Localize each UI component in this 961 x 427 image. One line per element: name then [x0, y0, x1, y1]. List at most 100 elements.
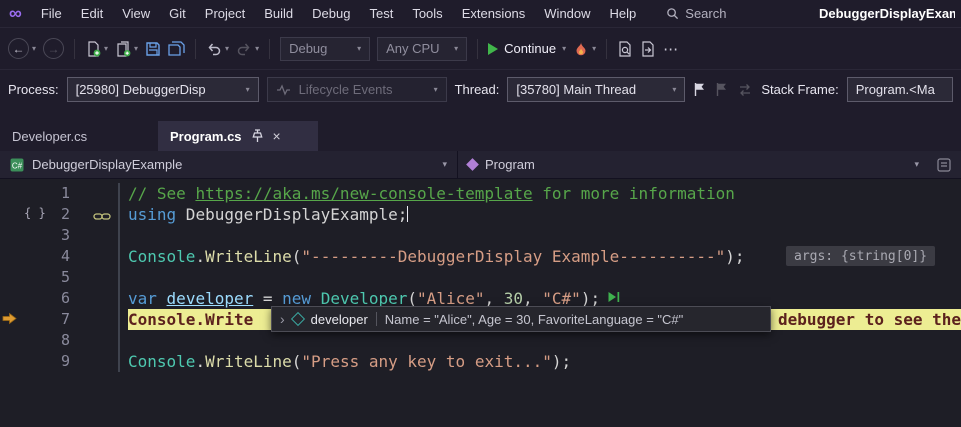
search-box[interactable]: Search: [658, 4, 734, 23]
search-label: Search: [685, 6, 726, 21]
hot-reload-button[interactable]: ▾: [573, 41, 596, 57]
lifecycle-events-label: Lifecycle Events: [299, 82, 393, 97]
braces-margin-icon[interactable]: { }: [24, 206, 46, 220]
tab-program-cs[interactable]: Program.cs ×: [158, 121, 318, 151]
code-line-9[interactable]: 9Console.WriteLine("Press any key to exi…: [0, 351, 961, 372]
project-name: DebuggerDisplayExample: [32, 157, 182, 172]
toolbar-separator: [606, 39, 607, 59]
close-tab-button[interactable]: ×: [273, 128, 281, 144]
solution-platform-dropdown[interactable]: Any CPU ▾: [377, 37, 467, 61]
csharp-project-icon: C#: [10, 158, 24, 172]
toggle-current-thread-button[interactable]: [737, 83, 753, 97]
navigate-to-button[interactable]: [640, 41, 656, 57]
code-line-3[interactable]: 3: [0, 225, 961, 246]
menu-tools[interactable]: Tools: [403, 3, 451, 24]
project-dropdown[interactable]: C# DebuggerDisplayExample ▾: [0, 151, 458, 178]
code-line-8[interactable]: 8: [0, 330, 961, 351]
chevron-down-icon: ▾: [434, 86, 438, 94]
chevron-down-icon: ▾: [225, 45, 229, 53]
line-number: 5: [0, 267, 70, 288]
menu-git[interactable]: Git: [160, 3, 195, 24]
save-all-button[interactable]: [168, 41, 185, 57]
line-number: 9: [0, 351, 70, 372]
datatip-tooltip[interactable]: › developer Name = "Alice", Age = 30, Fa…: [271, 306, 771, 332]
save-all-icon: [168, 41, 185, 57]
process-value: [25980] DebuggerDisp: [76, 82, 206, 97]
solution-configuration-dropdown[interactable]: Debug ▾: [280, 37, 370, 61]
navigate-forward-button[interactable]: →: [43, 38, 64, 59]
thread-label: Thread:: [455, 82, 500, 97]
toolbar-separator: [74, 39, 75, 59]
process-dropdown[interactable]: [25980] DebuggerDisp ▾: [67, 77, 259, 102]
datatip-expander[interactable]: ›: [280, 311, 285, 327]
menu-debug[interactable]: Debug: [303, 3, 359, 24]
undo-button[interactable]: ▾: [206, 41, 229, 57]
code-line-5[interactable]: 5: [0, 267, 961, 288]
current-statement-arrow-icon[interactable]: [2, 312, 17, 330]
menu-extensions[interactable]: Extensions: [453, 3, 535, 24]
inline-debug-value[interactable]: args: {string[0]}: [786, 246, 935, 266]
window-title: DebuggerDisplayExample: [819, 6, 955, 21]
menu-view[interactable]: View: [113, 3, 159, 24]
forward-arrow-icon: →: [43, 38, 64, 59]
line-number: 6: [0, 288, 70, 309]
chevron-down-icon: ▾: [442, 159, 447, 170]
datatip-separator: [376, 312, 377, 326]
chevron-down-icon: ▾: [246, 86, 250, 94]
tab-developer-cs[interactable]: Developer.cs: [0, 121, 158, 151]
menu-help[interactable]: Help: [601, 3, 646, 24]
code-line-1[interactable]: 1// See https://aka.ms/new-console-templ…: [0, 183, 961, 204]
lifecycle-events-icon: [276, 84, 291, 96]
find-in-files-icon: [617, 41, 633, 57]
chevron-down-icon: ▾: [134, 45, 138, 53]
continue-button[interactable]: Continue ▾: [488, 41, 566, 56]
menu-edit[interactable]: Edit: [72, 3, 112, 24]
thread-dropdown[interactable]: [35780] Main Thread ▾: [507, 77, 685, 102]
svg-text:C#: C#: [12, 161, 23, 170]
navigate-back-button[interactable]: ← ▾: [8, 38, 36, 59]
chevron-down-icon: ▾: [592, 45, 596, 53]
new-file-icon: [85, 41, 101, 57]
menu-build[interactable]: Build: [255, 3, 302, 24]
pin-tab-button[interactable]: [251, 129, 264, 143]
code-line-2[interactable]: 2using DebuggerDisplayExample;: [0, 204, 961, 225]
variable-icon: [291, 312, 305, 326]
undo-icon: [206, 41, 222, 57]
member-dropdown[interactable]: Program ▾: [458, 151, 961, 178]
redo-button[interactable]: ▾: [236, 41, 259, 57]
code-editor[interactable]: 1// See https://aka.ms/new-console-templ…: [0, 179, 961, 427]
hot-reload-flame-icon: [573, 41, 589, 57]
swap-arrows-icon: [737, 83, 753, 97]
menu-test[interactable]: Test: [360, 3, 402, 24]
continue-label: Continue: [504, 41, 556, 56]
link-margin-icon[interactable]: [93, 209, 111, 227]
new-file-button[interactable]: ▾: [85, 41, 108, 57]
play-icon: [488, 43, 498, 55]
editor-options-icon[interactable]: [937, 158, 951, 172]
toolbar-overflow-button[interactable]: ⋯: [663, 40, 679, 58]
editor-navigation-bar: C# DebuggerDisplayExample ▾ Program ▾: [0, 151, 961, 179]
flagged-threads-button[interactable]: [715, 82, 729, 97]
menu-window[interactable]: Window: [535, 3, 599, 24]
find-in-files-button[interactable]: [617, 41, 633, 57]
document-tab-strip: Developer.cs Program.cs ×: [0, 121, 961, 151]
line-number: 3: [0, 225, 70, 246]
stack-frame-value: Program.<Ma: [856, 82, 935, 97]
menu-project[interactable]: Project: [196, 3, 254, 24]
configuration-value: Debug: [289, 41, 327, 56]
menu-file[interactable]: File: [32, 3, 71, 24]
standard-toolbar: ← ▾ → ▾ ▾ ▾ ▾ Debug: [0, 27, 961, 69]
lifecycle-events-dropdown[interactable]: Lifecycle Events ▾: [267, 77, 447, 102]
chevron-down-icon: ▾: [104, 45, 108, 53]
toolbar-separator: [195, 39, 196, 59]
go-to-document-icon: [640, 41, 656, 57]
menu-bar: ∞ File Edit View Git Project Build Debug…: [0, 0, 961, 27]
add-item-button[interactable]: ▾: [115, 41, 138, 57]
stack-frame-dropdown[interactable]: Program.<Ma: [847, 77, 953, 102]
process-label: Process:: [8, 82, 59, 97]
chevron-down-icon: ▾: [32, 45, 36, 53]
save-button[interactable]: [145, 41, 161, 57]
chevron-down-icon: ▾: [562, 45, 566, 53]
show-threads-flag-button[interactable]: [693, 82, 707, 97]
line-number: 4: [0, 246, 70, 267]
